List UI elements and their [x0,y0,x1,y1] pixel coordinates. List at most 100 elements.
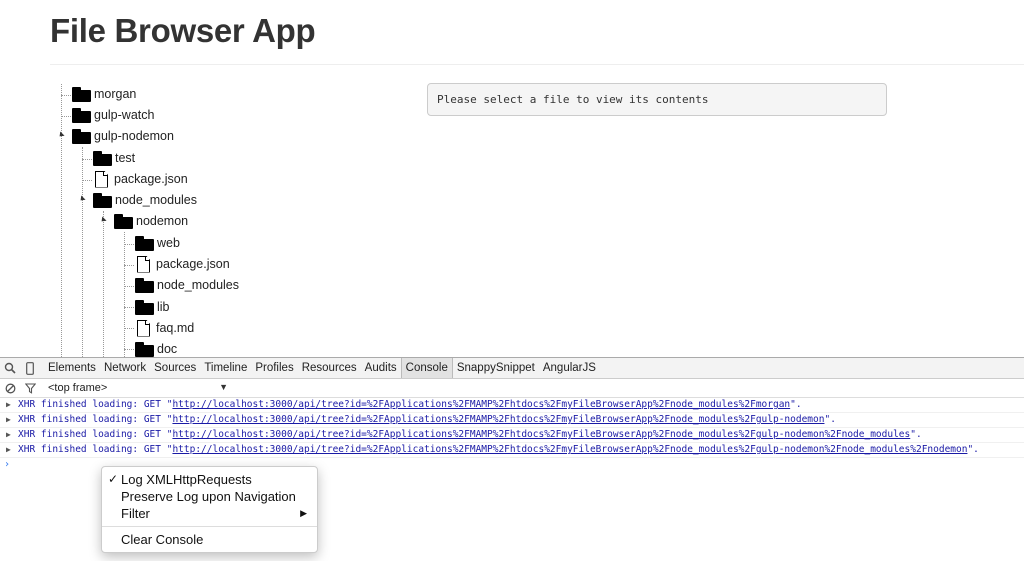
tree-item-label: gulp-nodemon [94,129,174,143]
folder-icon [72,107,91,123]
folder-icon [72,86,91,102]
menu-item-log-xmlhttprequests[interactable]: ✓ Log XMLHttpRequests [102,471,317,488]
tree-item-test[interactable]: test [93,148,135,168]
folder-open-icon [114,213,133,229]
expand-toggle-icon[interactable] [57,131,65,139]
tab-elements[interactable]: Elements [44,358,100,378]
file-icon [137,319,150,337]
file-contents-panel: Please select a file to view its content… [427,83,887,116]
tree-item-nodemon[interactable]: nodemon [114,211,188,231]
tab-timeline[interactable]: Timeline [200,358,251,378]
tree-connector [82,180,92,181]
tree-item-package-json[interactable]: package.json [95,169,188,189]
log-entry[interactable]: ▶ XHR finished loading: GET "http://local… [0,398,1024,413]
tree-item-label: test [115,151,136,165]
tree-connector [82,147,83,357]
folder-open-icon [72,128,91,144]
tree-item-gulp-watch[interactable]: gulp-watch [72,105,154,125]
checkmark-icon: ✓ [108,472,119,486]
tab-audits[interactable]: Audits [361,358,401,378]
tree-item-lib[interactable]: lib [135,297,170,317]
log-entry[interactable]: ▶ XHR finished loading: GET "http://local… [0,428,1024,443]
tree-item-node-modules[interactable]: node_modules [135,275,239,295]
tree-item-label: morgan [94,87,137,101]
expand-triangle-icon[interactable]: ▶ [6,398,11,412]
console-context-menu: ✓ Log XMLHttpRequests Preserve Log upon … [101,466,318,553]
folder-open-icon [93,192,112,208]
console-toolbar: <top frame> ▼ [0,379,1024,398]
tree-item-faq-md[interactable]: faq.md [137,318,194,338]
tree-connector [61,95,71,96]
frame-selector-value: <top frame> [48,382,108,394]
tree-item-morgan[interactable]: morgan [72,84,136,104]
submenu-arrow-icon: ▶ [300,508,307,518]
expand-triangle-icon[interactable]: ▶ [6,443,11,457]
expand-triangle-icon[interactable]: ▶ [6,428,11,442]
file-tree: morgan gulp-watch gulp-nodemon test pack… [0,0,420,357]
log-url-link[interactable]: http://localhost:3000/api/tree?id=%2FApp… [172,414,824,425]
tree-connector [61,116,71,117]
tree-item-label: package.json [156,257,230,271]
app-page: File Browser App morgan gulp-watch gulp-… [0,0,1024,357]
tree-item-node-modules[interactable]: node_modules [93,190,197,210]
tree-item-label: node_modules [115,193,198,207]
tree-connector [124,232,125,357]
frame-selector[interactable]: <top frame> ▼ [48,382,228,394]
chevron-down-icon: ▼ [219,382,228,392]
folder-icon [135,341,154,357]
viewer-placeholder: Please select a file to view its content… [437,93,709,106]
tree-item-doc[interactable]: doc [135,339,177,357]
tree-item-label: gulp-watch [94,108,155,122]
tree-item-label: faq.md [156,321,195,335]
tree-connector [124,307,134,308]
tree-item-label: doc [157,342,178,356]
tree-connector [103,211,104,357]
menu-item-label: Filter [121,506,150,521]
tab-sources[interactable]: Sources [150,358,200,378]
log-url-link[interactable]: http://localhost:3000/api/tree?id=%2FApp… [172,429,910,440]
folder-icon [135,235,154,251]
tree-connector [82,159,92,160]
tree-item-gulp-nodemon[interactable]: gulp-nodemon [72,126,174,146]
tab-snappysnippet[interactable]: SnappySnippet [453,358,539,378]
expand-toggle-icon[interactable] [99,216,107,224]
filter-icon[interactable] [20,378,40,398]
tree-connector [124,286,134,287]
tab-angularjs[interactable]: AngularJS [539,358,600,378]
menu-item-label: Preserve Log upon Navigation [121,489,296,504]
tree-item-label: web [157,236,180,250]
log-url-link[interactable]: http://localhost:3000/api/tree?id=%2FApp… [172,444,967,455]
tree-connector [61,84,62,357]
expand-toggle-icon[interactable] [78,195,86,203]
tab-network[interactable]: Network [100,358,150,378]
clear-console-icon[interactable] [0,378,20,398]
device-mode-icon[interactable] [20,358,40,378]
tree-item-web[interactable]: web [135,233,180,253]
console-log: ▶ XHR finished loading: GET "http://local… [0,398,1024,472]
file-icon [95,170,108,188]
folder-icon [135,277,154,293]
log-url-link[interactable]: http://localhost:3000/api/tree?id=%2FApp… [172,399,790,410]
log-entry[interactable]: ▶ XHR finished loading: GET "http://local… [0,413,1024,428]
tree-connector [124,349,134,350]
menu-item-label: Log XMLHttpRequests [121,472,252,487]
menu-item-filter[interactable]: Filter ▶ [102,505,317,522]
inspect-icon[interactable] [0,358,20,378]
tree-connector [124,328,134,329]
menu-item-preserve-log[interactable]: Preserve Log upon Navigation [102,488,317,505]
tree-connector [124,244,134,245]
menu-separator [102,526,317,527]
menu-item-label: Clear Console [121,532,204,547]
tab-resources[interactable]: Resources [298,358,361,378]
folder-icon [135,299,154,315]
devtools-tab-bar: Elements Network Sources Timeline Profil… [0,358,1024,379]
tab-profiles[interactable]: Profiles [251,358,297,378]
log-entry[interactable]: ▶ XHR finished loading: GET "http://local… [0,443,1024,458]
tree-item-package-json[interactable]: package.json [137,254,230,274]
tree-item-label: package.json [114,172,188,186]
tab-console[interactable]: Console [400,358,453,378]
folder-icon [93,150,112,166]
tree-item-label: nodemon [136,214,189,228]
menu-item-clear-console[interactable]: Clear Console [102,531,317,548]
expand-triangle-icon[interactable]: ▶ [6,413,11,427]
